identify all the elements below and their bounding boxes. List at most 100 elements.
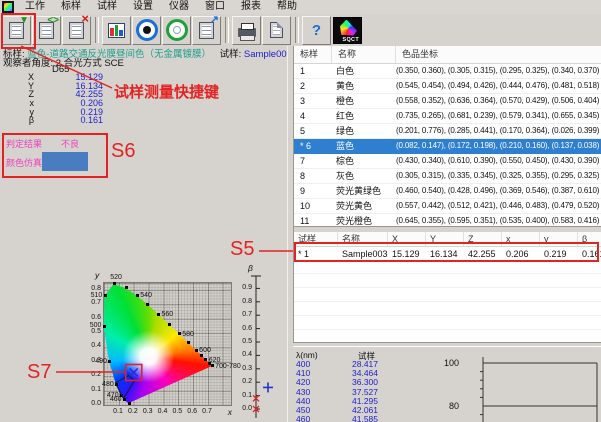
standard-coords: (0.545, 0.454), (0.494, 0.426), (0.444, … [396, 79, 601, 93]
diagram-label: 0.2 [127, 408, 139, 416]
locus-point [104, 294, 107, 297]
open-target-icon [166, 19, 188, 41]
locus-point [211, 364, 214, 367]
delete-record-button[interactable]: × [62, 16, 91, 45]
question-mark-icon: ? [312, 23, 321, 38]
standard-coords: (0.460, 0.540), (0.428, 0.496), (0.369, … [396, 184, 601, 198]
annotation-s6: S6 [111, 140, 135, 163]
standard-name-cell: 荧光黄绿色 [332, 184, 396, 198]
locus-point [157, 313, 160, 316]
locus-point [128, 402, 131, 405]
diagram-label: 0.9 [235, 284, 252, 292]
locus-point [187, 341, 190, 344]
diagram-label: 0.8 [235, 298, 252, 306]
sce-mode-button[interactable] [162, 16, 191, 45]
menu-item[interactable]: 报表 [233, 0, 269, 14]
menu-items: 工作标样试样设置仪器窗口报表帮助 [17, 0, 305, 14]
color-swatch [42, 152, 88, 171]
standard-id: 10 [294, 199, 332, 213]
diagram-label: 580 [182, 331, 194, 339]
locus-point [204, 358, 207, 361]
diagram-label: 0.1 [86, 386, 101, 394]
diagram-label: 520 [110, 274, 122, 282]
tristimulus-label: Z [0, 90, 34, 99]
print-button[interactable] [232, 16, 261, 45]
standard-id: * 6 [294, 139, 332, 153]
judgment-box: 判定结果 不良 颜色仿真 [2, 133, 108, 178]
col-name: 名称 [332, 46, 396, 64]
standard-coords: (0.305, 0.315), (0.335, 0.345), (0.325, … [396, 169, 601, 183]
menu-item[interactable]: 帮助 [269, 0, 305, 14]
standard-id: 8 [294, 169, 332, 183]
standard-row[interactable]: 9 荧光黄绿色 (0.460, 0.540), (0.428, 0.496), … [294, 184, 601, 199]
diagram-label: 0.5 [171, 408, 183, 416]
col-coords: 色品坐标 [396, 46, 601, 64]
annotation-box-sample-row [294, 242, 599, 262]
standard-coords: (0.558, 0.352), (0.636, 0.364), (0.570, … [396, 94, 601, 108]
toolbar: ▼ <> × ↗ ? [0, 14, 601, 46]
sci-mode-button[interactable] [132, 16, 161, 45]
diagram-label: 560 [162, 311, 174, 319]
chart-view-button[interactable] [102, 16, 131, 45]
annotation-s7: S7 [27, 361, 51, 384]
menu-item[interactable]: 仪器 [161, 0, 197, 14]
diagram-label: 0.2 [235, 378, 252, 386]
tristimulus-label: x [0, 99, 34, 108]
standard-row[interactable]: 5 绿色 (0.201, 0.776), (0.285, 0.441), (0.… [294, 124, 601, 139]
annotation-shortcut-text: 试样测量快捷键 [114, 81, 219, 102]
standard-id: 3 [294, 94, 332, 108]
standard-coords: (0.350, 0.360), (0.305, 0.315), (0.295, … [396, 64, 601, 78]
standard-row[interactable]: * 6 蓝色 (0.082, 0.147), (0.172, 0.198), (… [294, 139, 601, 154]
help-button[interactable]: ? [302, 16, 331, 45]
spectral-chart [293, 345, 601, 422]
tristimulus-value: 0.161 [34, 116, 106, 125]
diagram-label: 600 [199, 347, 211, 355]
diagram-label: y [95, 271, 99, 279]
diagram-label: 0.3 [86, 357, 101, 365]
diagram-label: 0.1 [112, 408, 124, 416]
standard-name-cell: 红色 [332, 109, 396, 123]
annotation-s5: S5 [230, 238, 254, 261]
filled-target-icon [136, 19, 158, 41]
menu-item[interactable]: 设置 [125, 0, 161, 14]
spectral-panel: λ(nm) 试样 400 28.417 410 34.464 420 36.30… [293, 345, 601, 422]
standard-name-cell: 荧光黄色 [332, 199, 396, 213]
sqct-label: SQCT [343, 37, 359, 43]
standard-navigate-button[interactable]: <> [32, 16, 61, 45]
standard-id: 1 [294, 64, 332, 78]
diagram-label: 0.3 [142, 408, 154, 416]
diagram-label: β [248, 264, 253, 272]
judgment-label: 判定结果 [6, 137, 42, 150]
locus-point [115, 383, 118, 386]
standard-coords: (0.557, 0.442), (0.512, 0.421), (0.446, … [396, 199, 601, 213]
color-simulation-label: 颜色仿真 [6, 156, 42, 169]
menu-item[interactable]: 工作 [17, 0, 53, 14]
standard-row[interactable]: 4 红色 (0.735, 0.265), (0.681, 0.239), (0.… [294, 109, 601, 124]
standard-row[interactable]: 1 白色 (0.350, 0.360), (0.305, 0.315), (0.… [294, 64, 601, 79]
standard-row[interactable]: 2 黄色 (0.545, 0.454), (0.494, 0.426), (0.… [294, 79, 601, 94]
sqct-button[interactable]: SQCT [333, 17, 362, 44]
color-gamut-icon [340, 20, 357, 36]
diagram-label: 470 [104, 392, 119, 400]
standard-row[interactable]: 10 荧光黄色 (0.557, 0.442), (0.512, 0.421), … [294, 199, 601, 214]
locus-point [178, 332, 181, 335]
menu-item[interactable]: 窗口 [197, 0, 233, 14]
standard-id: 9 [294, 184, 332, 198]
diagram-label: x [228, 408, 232, 416]
sample-name: Sample003 [244, 49, 292, 60]
locus-point [125, 286, 128, 289]
standard-row[interactable]: 3 橙色 (0.558, 0.352), (0.636, 0.364), (0.… [294, 94, 601, 109]
standard-coords: (0.735, 0.265), (0.681, 0.239), (0.579, … [396, 109, 601, 123]
print-preview-button[interactable] [262, 16, 291, 45]
standard-name-cell: 白色 [332, 64, 396, 78]
toolbar-separator [95, 17, 99, 43]
locus-point [136, 294, 139, 297]
standard-coords: (0.082, 0.147), (0.172, 0.198), (0.210, … [396, 139, 601, 153]
tristimulus-panel: X 15.129 Y 16.134 Z 42.255 x 0.206 y 0.2… [0, 73, 106, 125]
printer-icon [238, 28, 256, 37]
standard-row[interactable]: 8 灰色 (0.305, 0.315), (0.335, 0.345), (0.… [294, 169, 601, 184]
standard-row[interactable]: 7 棕色 (0.430, 0.340), (0.610, 0.390), (0.… [294, 154, 601, 169]
menu-item[interactable]: 试样 [89, 0, 125, 14]
export-button[interactable]: ↗ [192, 16, 221, 45]
diagram-label: 0.2 [86, 371, 101, 379]
